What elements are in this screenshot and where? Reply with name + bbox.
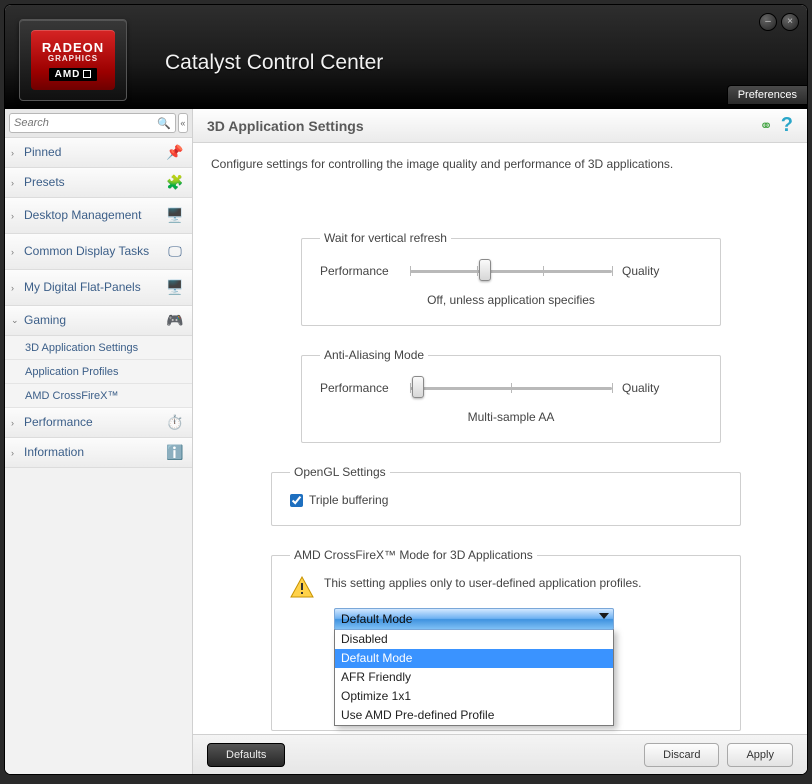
nav-item-label: My Digital Flat-Panels: [24, 281, 164, 295]
chevron-icon: ›: [11, 211, 21, 221]
search-icon[interactable]: 🔍: [157, 117, 171, 130]
dropdown-option[interactable]: Disabled: [335, 630, 613, 649]
nav-item-information[interactable]: ›Informationℹ️: [5, 438, 192, 468]
desktop-icon: 🖥️: [164, 207, 186, 224]
warning-icon: [290, 576, 314, 598]
group-crossfirex: AMD CrossFireX™ Mode for 3D Applications…: [271, 548, 741, 731]
group-aa-legend: Anti-Aliasing Mode: [320, 348, 428, 362]
collapse-sidebar-button[interactable]: «: [178, 113, 188, 133]
nav-item-label: Information: [24, 446, 164, 460]
page-header: 3D Application Settings ⚭ ?: [193, 109, 807, 143]
crossfirex-mode-combobox[interactable]: Default Mode: [334, 608, 614, 630]
page-intro: Configure settings for controlling the i…: [211, 157, 789, 171]
nav-item-common-display-tasks[interactable]: ›Common Display Tasks🖵: [5, 234, 192, 270]
discard-button[interactable]: Discard: [644, 743, 719, 767]
defaults-button[interactable]: Defaults: [207, 743, 285, 767]
chevron-icon: ›: [11, 418, 21, 428]
gamepad-icon: 🎮: [164, 312, 186, 329]
nav-sub-application-profiles[interactable]: Application Profiles: [5, 360, 192, 384]
pin-icon: 📌: [164, 144, 186, 161]
info-icon: ℹ️: [164, 444, 186, 461]
chevron-icon: ›: [11, 178, 21, 188]
apply-button[interactable]: Apply: [727, 743, 793, 767]
logo-text-graphics: GRAPHICS: [48, 54, 98, 63]
chevron-down-icon: [599, 613, 609, 619]
crossfirex-mode-dropdown[interactable]: DisabledDefault ModeAFR FriendlyOptimize…: [334, 629, 614, 726]
search-input-wrapper[interactable]: 🔍: [9, 113, 176, 133]
group-vsync: Wait for vertical refresh Performance Qu…: [301, 231, 721, 326]
aa-right-label: Quality: [622, 381, 702, 395]
nav-item-pinned[interactable]: ›Pinned📌: [5, 138, 192, 168]
chevron-icon: ›: [11, 448, 21, 458]
page-title: 3D Application Settings: [207, 118, 751, 134]
dropdown-option[interactable]: AFR Friendly: [335, 668, 613, 687]
crossfirex-mode-value: Default Mode: [341, 612, 412, 626]
brand-logo: RADEON GRAPHICS AMD: [19, 19, 127, 101]
nav-item-gaming[interactable]: ⌄Gaming🎮: [5, 306, 192, 336]
display-icon: 🖵: [164, 243, 186, 260]
nav-item-label: Pinned: [24, 146, 164, 160]
logo-amd-badge: AMD: [49, 68, 98, 81]
title-bar: RADEON GRAPHICS AMD Catalyst Control Cen…: [5, 5, 807, 109]
triple-buffering-checkbox[interactable]: [290, 494, 303, 507]
nav-item-label: Desktop Management: [24, 209, 164, 223]
group-vsync-legend: Wait for vertical refresh: [320, 231, 451, 245]
dropdown-option[interactable]: Optimize 1x1: [335, 687, 613, 706]
presets-icon: 🧩: [164, 174, 186, 191]
search-input[interactable]: [14, 117, 157, 129]
nav-item-performance[interactable]: ›Performance⏱️: [5, 408, 192, 438]
nav-item-desktop-management[interactable]: ›Desktop Management🖥️: [5, 198, 192, 234]
chevron-icon: ⌄: [11, 315, 21, 326]
chevron-icon: ›: [11, 148, 21, 158]
dropdown-option[interactable]: Default Mode: [335, 649, 613, 668]
group-crossfirex-legend: AMD CrossFireX™ Mode for 3D Applications: [290, 548, 537, 562]
triple-buffering-label: Triple buffering: [309, 493, 388, 507]
sidebar: 🔍 « ›Pinned📌›Presets🧩›Desktop Management…: [5, 109, 193, 774]
nav-item-label: Presets: [24, 176, 164, 190]
aa-status: Multi-sample AA: [320, 410, 702, 424]
triple-buffering-row[interactable]: Triple buffering: [290, 493, 722, 507]
nav-item-my-digital-flat-panels[interactable]: ›My Digital Flat-Panels🖥️: [5, 270, 192, 306]
group-opengl-legend: OpenGL Settings: [290, 465, 390, 479]
nav-item-label: Gaming: [24, 314, 164, 328]
aa-slider[interactable]: [410, 380, 612, 396]
preferences-button[interactable]: Preferences: [727, 85, 807, 105]
dropdown-option[interactable]: Use AMD Pre-defined Profile: [335, 706, 613, 725]
link-icon[interactable]: ⚭: [759, 116, 772, 136]
monitor-icon: 🖥️: [164, 279, 186, 296]
vsync-status: Off, unless application specifies: [320, 293, 702, 307]
gauge-icon: ⏱️: [164, 414, 186, 431]
vsync-left-label: Performance: [320, 264, 400, 278]
chevron-icon: ›: [11, 283, 21, 293]
crossfirex-warning-text: This setting applies only to user-define…: [324, 576, 642, 592]
group-aa: Anti-Aliasing Mode Performance Quality M…: [301, 348, 721, 443]
nav-item-label: Performance: [24, 416, 164, 430]
nav-item-label: Common Display Tasks: [24, 245, 164, 259]
vsync-slider[interactable]: [410, 263, 612, 279]
chevron-icon: ›: [11, 247, 21, 257]
help-icon[interactable]: ?: [781, 114, 793, 137]
logo-text-radeon: RADEON: [42, 40, 104, 55]
minimize-button[interactable]: –: [759, 13, 777, 31]
nav-sub-amd-crossfirex-[interactable]: AMD CrossFireX™: [5, 384, 192, 408]
vsync-right-label: Quality: [622, 264, 702, 278]
close-button[interactable]: ×: [781, 13, 799, 31]
footer: Defaults Discard Apply: [193, 734, 807, 774]
app-window: RADEON GRAPHICS AMD Catalyst Control Cen…: [5, 5, 807, 774]
nav-item-presets[interactable]: ›Presets🧩: [5, 168, 192, 198]
group-opengl: OpenGL Settings Triple buffering: [271, 465, 741, 526]
app-title: Catalyst Control Center: [165, 51, 383, 75]
nav-sub-3d-application-settings[interactable]: 3D Application Settings: [5, 336, 192, 360]
aa-left-label: Performance: [320, 381, 400, 395]
